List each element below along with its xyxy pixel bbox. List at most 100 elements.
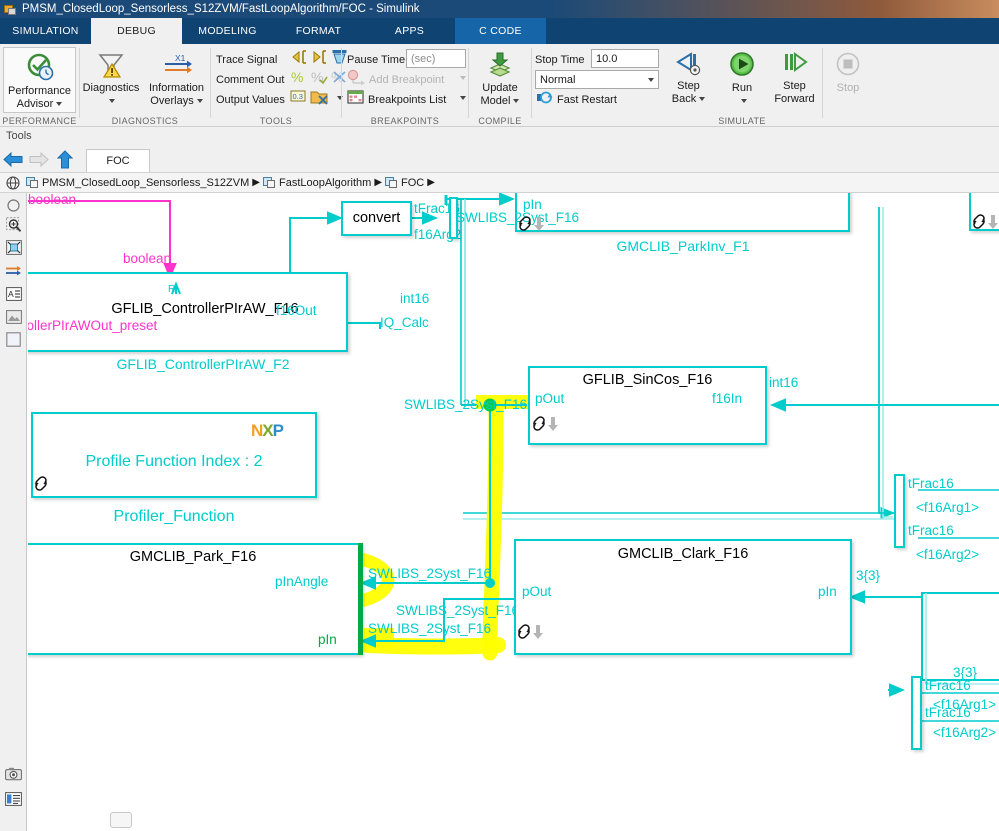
link-arrow-icon (518, 215, 548, 233)
breadcrumb-item-0[interactable]: PMSM_ClosedLoop_Sensorless_S12ZVM (26, 177, 249, 189)
simulation-mode-select[interactable]: Normal (535, 70, 659, 89)
palette-item-camera[interactable] (4, 764, 23, 783)
port-clark-pout: pOut (522, 584, 551, 599)
palette-item-image[interactable] (4, 307, 23, 326)
trace-signal-end-icon[interactable] (310, 49, 328, 65)
signal-swlibs-park-angle: SWLIBS_2Syst_F16 (368, 566, 491, 581)
link-icon (34, 475, 54, 493)
output-values-button[interactable]: Output Values (216, 90, 285, 109)
signal-f16arg2-bs1: <f16Arg2> (916, 547, 979, 562)
model-browser-toggle[interactable] (0, 176, 26, 190)
group-label-diagnostics: DIAGNOSTICS (80, 116, 210, 126)
palette-item-fit[interactable] (4, 196, 23, 215)
diagnostics-button[interactable]: Diagnostics (80, 47, 142, 113)
canvas-tab-foc[interactable]: FOC (86, 149, 150, 172)
run-icon (727, 51, 757, 79)
output-values-icon[interactable]: 0.3 (290, 89, 308, 105)
back-arrow-icon (3, 151, 23, 168)
signal-3-3-bottom: 3{3} (953, 665, 977, 680)
svg-text:X1: X1 (175, 53, 186, 63)
block-title-clark: GMCLIB_Clark_F16 (514, 546, 852, 562)
palette-item-fit-to-view[interactable] (4, 238, 23, 257)
tab-apps[interactable]: APPS (364, 18, 455, 44)
svg-text:A: A (8, 289, 14, 299)
step-back-button[interactable]: StepBack (662, 47, 715, 113)
fast-restart-icon (536, 90, 553, 105)
nxp-logo: NXP (251, 421, 283, 441)
bus-selector-1[interactable] (894, 474, 905, 548)
stop-time-input[interactable]: 10.0 (591, 49, 659, 68)
chevron-down-icon[interactable] (56, 102, 62, 106)
signal-swlibs-sincos: SWLIBS_2Syst_F16 (404, 397, 527, 412)
breadcrumb-item-1[interactable]: FastLoopAlgorithm (263, 177, 371, 189)
breadcrumb: PMSM_ClosedLoop_Sensorless_S12ZVM ▶ Fast… (0, 172, 999, 193)
comment-through-icon[interactable]: % (310, 69, 328, 85)
add-breakpoint-button[interactable]: Add Breakpoint (369, 70, 444, 89)
signal-swlibs-park-in: SWLIBS_2Syst_F16 (368, 621, 491, 636)
pause-time-input[interactable]: (sec) (406, 49, 466, 68)
block-park-selected-edge (358, 543, 363, 655)
update-model-button[interactable]: UpdateModel (469, 47, 531, 113)
tab-modeling[interactable]: MODELING (182, 18, 273, 44)
chevron-down-icon[interactable] (513, 99, 519, 103)
divider (822, 48, 823, 118)
forward-button[interactable] (26, 146, 52, 172)
fast-restart-button[interactable]: Fast Restart (557, 90, 617, 109)
simulation-mode-value: Normal (540, 74, 575, 86)
trace-signal-button[interactable]: Trace Signal (216, 50, 277, 69)
signal-f16arg2-bs2: <f16Arg2> (933, 725, 996, 740)
palette-item-signal-arrow[interactable] (4, 261, 23, 280)
breadcrumb-label-1: FastLoopAlgorithm (279, 177, 371, 189)
block-title-profiler: Profile Function Index : 2 (31, 453, 317, 471)
simulink-window: PMSM_ClosedLoop_Sensorless_S12ZVM/FastLo… (0, 0, 999, 831)
simulink-canvas[interactable]: GFLIB_ControllerPIrAW_F16 GFLIB_Controll… (28, 193, 999, 831)
breakpoints-list-button[interactable]: Breakpoints List (368, 90, 446, 109)
update-model-icon (486, 51, 514, 79)
signal-3-3-clark: 3{3} (856, 568, 880, 583)
area-icon (6, 332, 21, 347)
link-arrow-icon (517, 623, 547, 641)
palette-item-zoom-in[interactable] (4, 215, 23, 234)
chevron-down-icon[interactable] (109, 99, 115, 103)
palette-item-annotation[interactable]: A (4, 284, 23, 303)
tab-debug[interactable]: DEBUG (91, 18, 182, 44)
group-label-performance: PERFORMANCE (0, 116, 79, 126)
tools-menu-label[interactable]: Tools (6, 130, 32, 142)
step-forward-button[interactable]: StepForward (768, 47, 821, 113)
trace-signal-start-icon[interactable] (290, 49, 308, 65)
signal-boolean-mid: boolean (123, 251, 171, 266)
stop-button[interactable]: Stop (824, 47, 872, 113)
up-button[interactable] (52, 146, 78, 172)
ribbon-group-breakpoints: Pause Time (sec) Add Breakpoint (342, 44, 468, 127)
comment-out-button[interactable]: Comment Out (216, 70, 284, 89)
chevron-down-icon[interactable] (699, 97, 705, 101)
performance-advisor-button[interactable]: Performance Advisor (3, 47, 76, 113)
stop-time-label-text: Stop Time (535, 54, 585, 66)
breadcrumb-separator: ▶ (427, 177, 435, 188)
add-breakpoint-chevron-down-icon[interactable] (460, 76, 466, 80)
step-forward-label-1: Step (783, 80, 806, 92)
annotation-icon: A (6, 287, 22, 301)
port-park-pinangle: pInAngle (275, 574, 328, 589)
diagnostics-icon (96, 51, 126, 79)
bus-selector-2[interactable] (911, 676, 922, 750)
breadcrumb-label-2: FOC (401, 177, 424, 189)
tab-simulation[interactable]: SIMULATION (0, 18, 91, 44)
step-back-label-1: Step (677, 80, 700, 92)
chevron-down-icon[interactable] (197, 99, 203, 103)
ribbon-group-simulate: Stop Time 10.0 Normal Fast Restart (532, 44, 817, 127)
run-button[interactable]: Run (718, 47, 766, 113)
palette-item-legend[interactable] (4, 789, 23, 808)
output-values-settings-icon[interactable] (310, 88, 329, 106)
chevron-down-icon[interactable] (741, 99, 747, 103)
back-button[interactable] (0, 146, 26, 172)
information-overlays-icon: X1 (161, 51, 193, 79)
information-overlays-button[interactable]: X1 InformationOverlays (143, 47, 210, 113)
palette-item-area[interactable] (4, 330, 23, 349)
tab-format[interactable]: FORMAT (273, 18, 364, 44)
breakpoints-list-chevron-down-icon[interactable] (460, 96, 466, 100)
subsystem-icon (385, 177, 398, 189)
breadcrumb-item-2[interactable]: FOC (385, 177, 424, 189)
comment-out-icon[interactable]: % (290, 69, 308, 85)
tab-c-code[interactable]: C CODE (455, 18, 546, 44)
